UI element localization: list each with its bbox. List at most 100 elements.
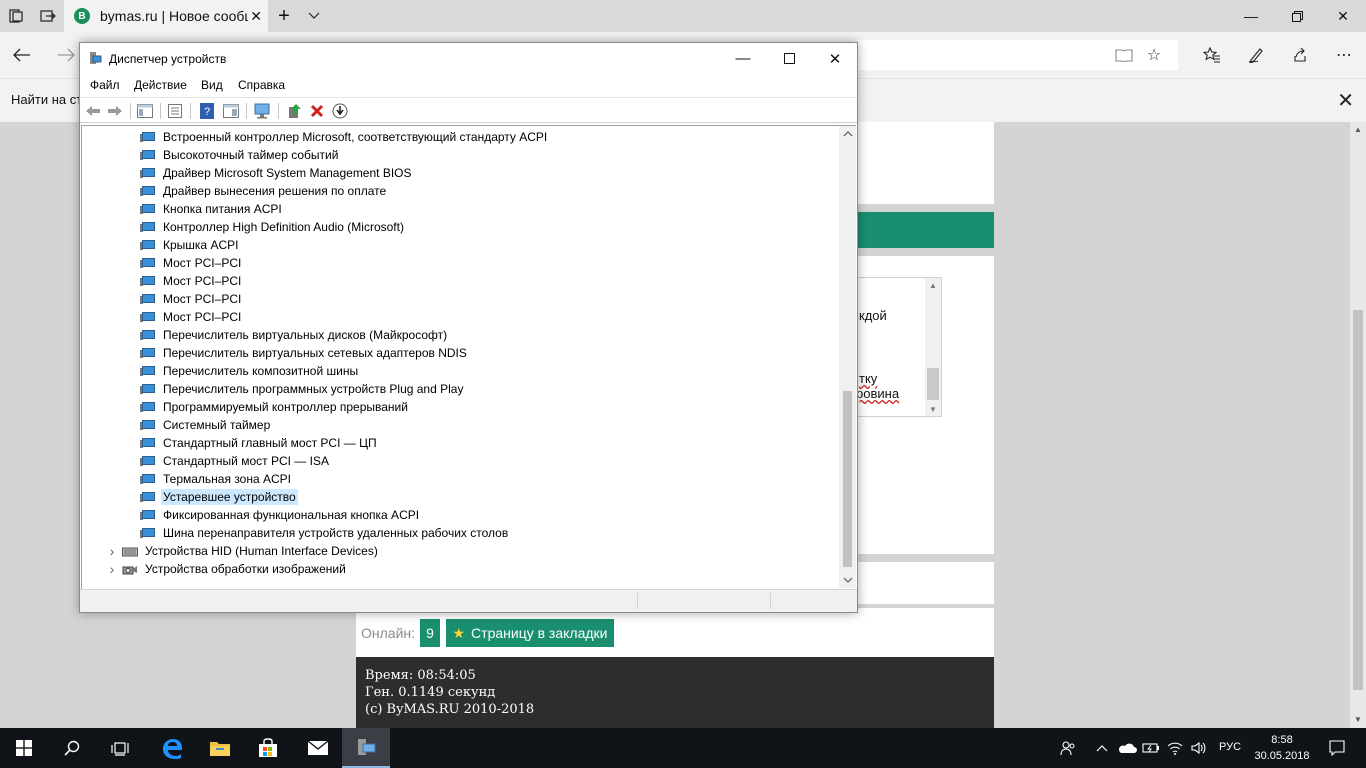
device-item[interactable]: Контроллер High Definition Audio (Micros…	[140, 218, 406, 236]
show-hidden-icons-chevron-icon[interactable]	[1092, 728, 1112, 768]
textarea-scroll-thumb[interactable]	[927, 368, 939, 400]
favorite-star-icon[interactable]: ☆	[1136, 40, 1172, 70]
address-bar[interactable]: ☆	[858, 40, 1178, 70]
device-item[interactable]: Высокоточный таймер событий	[140, 146, 340, 164]
task-view-icon[interactable]	[96, 728, 144, 768]
device-item[interactable]: Встроенный контроллер Microsoft, соответ…	[140, 128, 549, 146]
system-device-icon	[140, 473, 156, 485]
close-button[interactable]: ✕	[812, 43, 858, 74]
tab-close-icon[interactable]: ✕	[250, 8, 262, 25]
device-manager-taskbar-icon[interactable]	[342, 728, 390, 768]
expand-chevron-icon[interactable]: ›	[106, 543, 118, 559]
page-scroll-thumb[interactable]	[1353, 310, 1363, 690]
tab-preview-chevron-icon[interactable]	[300, 0, 328, 32]
device-item[interactable]: Стандартный главный мост PCI — ЦП	[140, 434, 379, 452]
bookmark-page-button[interactable]: ★ Страницу в закладки	[446, 619, 614, 647]
menu-help[interactable]: Справка	[238, 78, 285, 92]
wifi-icon[interactable]	[1164, 728, 1186, 768]
start-windows-icon[interactable]	[0, 728, 48, 768]
device-tree-scrollbar[interactable]	[839, 126, 856, 588]
device-item[interactable]: Перечислитель программных устройств Plug…	[140, 380, 465, 398]
device-item[interactable]: Шина перенаправителя устройств удаленных…	[140, 524, 510, 542]
device-item[interactable]: Драйвер вынесения решения по оплате	[140, 182, 388, 200]
tray-clock[interactable]: 8:58 30.05.2018	[1254, 732, 1310, 764]
forward-arrow-icon[interactable]	[106, 102, 124, 120]
scroll-up-icon[interactable]: ▲	[925, 278, 941, 292]
device-item[interactable]: Системный таймер	[140, 416, 272, 434]
scroll-up-icon[interactable]	[839, 126, 856, 142]
device-item[interactable]: Крышка ACPI	[140, 236, 240, 254]
minimize-button[interactable]: —	[720, 43, 766, 74]
device-manager-titlebar[interactable]: Диспетчер устройств — ✕	[80, 43, 857, 74]
device-item[interactable]: Кнопка питания ACPI	[140, 200, 284, 218]
file-explorer-icon[interactable]	[196, 728, 244, 768]
browser-close-button[interactable]: ✕	[1320, 0, 1366, 32]
scroll-up-icon[interactable]: ▲	[1350, 122, 1366, 136]
system-device-icon	[140, 257, 156, 269]
device-item[interactable]: Фиксированная функциональная кнопка ACPI	[140, 506, 421, 524]
device-item[interactable]: Перечислитель виртуальных дисков (Майкро…	[140, 326, 449, 344]
device-item[interactable]: Стандартный мост PCI — ISA	[140, 452, 331, 470]
device-item[interactable]: Перечислитель композитной шины	[140, 362, 360, 380]
scan-hardware-icon[interactable]	[254, 102, 272, 120]
device-item[interactable]: Перечислитель виртуальных сетевых адапте…	[140, 344, 469, 362]
console-tree-icon[interactable]	[136, 102, 154, 120]
uninstall-device-icon[interactable]	[308, 102, 326, 120]
properties-icon[interactable]	[166, 102, 184, 120]
share-icon[interactable]	[1278, 32, 1322, 78]
show-tabs-aside-icon[interactable]	[32, 0, 64, 32]
device-item[interactable]: Драйвер Microsoft System Management BIOS	[140, 164, 414, 182]
volume-icon[interactable]	[1188, 728, 1210, 768]
onedrive-cloud-icon[interactable]	[1115, 728, 1139, 768]
menu-file[interactable]: Файл	[90, 78, 120, 92]
tab-title: bymas.ru | Новое сообщение	[100, 8, 248, 24]
scroll-down-icon[interactable]	[839, 572, 856, 588]
browser-restore-button[interactable]	[1274, 0, 1320, 32]
star-icon: ★	[452, 624, 466, 641]
scroll-down-icon[interactable]: ▼	[925, 402, 941, 416]
web-note-pen-icon[interactable]	[1234, 32, 1278, 78]
device-tree-scroll-thumb[interactable]	[843, 391, 852, 567]
edge-browser-icon[interactable]	[148, 728, 196, 768]
device-item[interactable]: Устаревшее устройство	[140, 488, 298, 506]
search-icon[interactable]	[48, 728, 96, 768]
tabs-aside-icon[interactable]	[0, 0, 32, 32]
find-close-icon[interactable]: ✕	[1337, 88, 1354, 113]
device-item[interactable]: Мост PCI–PCI	[140, 290, 243, 308]
back-arrow-icon[interactable]	[84, 102, 102, 120]
menu-action[interactable]: Действие	[134, 78, 187, 92]
device-label: Системный таймер	[163, 418, 271, 432]
device-item[interactable]: Программируемый контроллер прерываний	[140, 398, 410, 416]
action-pane-icon[interactable]	[222, 102, 240, 120]
enable-device-icon[interactable]	[331, 102, 349, 120]
browser-tab[interactable]: B bymas.ru | Новое сообщение ✕	[64, 0, 268, 32]
update-driver-icon[interactable]	[286, 102, 304, 120]
help-icon[interactable]: ?	[198, 102, 216, 120]
store-icon[interactable]	[244, 728, 292, 768]
device-item[interactable]: Мост PCI–PCI	[140, 272, 243, 290]
device-item[interactable]: Мост PCI–PCI	[140, 254, 243, 272]
action-center-icon[interactable]	[1322, 728, 1352, 768]
online-count-badge[interactable]: 9	[420, 619, 440, 647]
device-category[interactable]: › Устройства HID (Human Interface Devices…	[106, 542, 380, 560]
people-icon[interactable]	[1056, 728, 1080, 768]
battery-charging-icon[interactable]	[1140, 728, 1162, 768]
back-arrow-icon[interactable]	[0, 32, 44, 78]
device-tree[interactable]: Встроенный контроллер Microsoft, соответ…	[81, 125, 856, 589]
more-options-icon[interactable]: ⋯	[1322, 32, 1366, 78]
system-device-icon	[140, 131, 156, 143]
device-category[interactable]: › Устройства обработки изображений	[106, 560, 348, 578]
mail-icon[interactable]	[294, 728, 342, 768]
expand-chevron-icon[interactable]: ›	[106, 561, 118, 577]
device-item[interactable]: Термальная зона ACPI	[140, 470, 293, 488]
new-tab-button[interactable]: +	[268, 0, 300, 32]
maximize-button[interactable]	[766, 43, 812, 74]
input-language[interactable]: РУС	[1219, 741, 1241, 753]
favorites-hub-icon[interactable]	[1190, 32, 1234, 78]
textarea-scrollbar[interactable]: ▲ ▼	[925, 278, 941, 416]
menu-view[interactable]: Вид	[201, 78, 223, 92]
scroll-down-icon[interactable]: ▼	[1350, 712, 1366, 726]
device-item[interactable]: Мост PCI–PCI	[140, 308, 243, 326]
browser-minimize-button[interactable]: —	[1228, 0, 1274, 32]
page-scrollbar[interactable]: ▲ ▼	[1350, 122, 1366, 728]
